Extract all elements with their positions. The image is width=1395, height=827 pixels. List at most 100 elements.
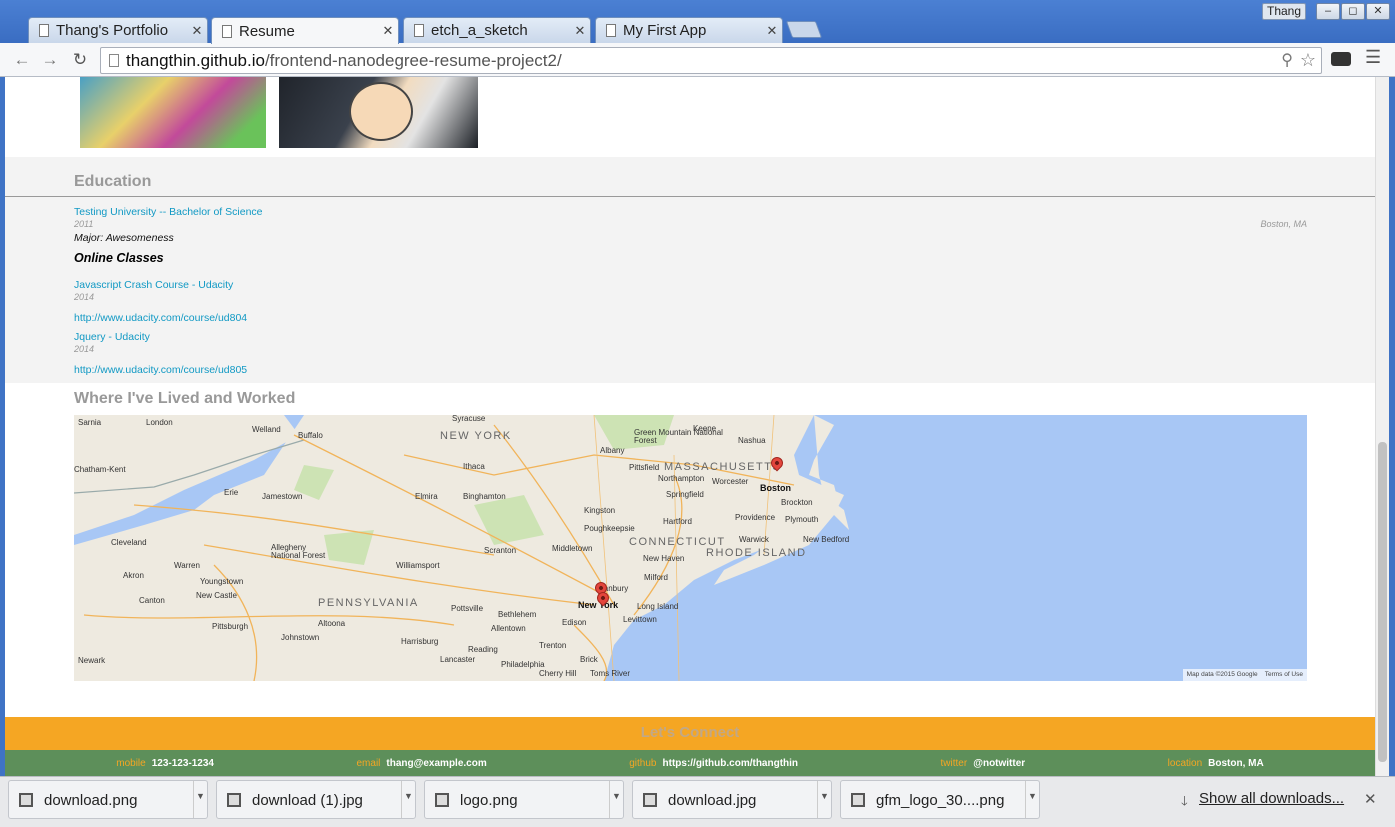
file-icon [643, 793, 657, 807]
file-icon [435, 793, 449, 807]
map-place-label: Providence [735, 513, 776, 522]
tab-thangs-portfolio[interactable]: Thang's Portfolio ✕ [28, 17, 208, 43]
map-place-label: Long Island [637, 602, 679, 611]
tab-resume[interactable]: Resume ✕ [211, 17, 399, 44]
download-item[interactable]: download.png ▼ [8, 780, 208, 819]
contact-label: mobile [116, 757, 146, 769]
map-place-label: Williamsport [396, 561, 440, 570]
minimize-button[interactable]: – [1316, 3, 1340, 20]
map-place-label: New Haven [643, 554, 685, 563]
download-item[interactable]: logo.png ▼ [424, 780, 624, 819]
map-place-label: Buffalo [298, 431, 323, 440]
page-icon [606, 24, 616, 37]
address-bar[interactable]: thangthin.github.io/frontend-nanodegree-… [100, 47, 1322, 74]
tab-title: My First App [623, 22, 707, 39]
section-title: Let's Connect [640, 724, 740, 741]
map-place-label: Warwick [739, 535, 769, 544]
close-icon[interactable]: ✕ [1364, 790, 1377, 808]
extension-icon[interactable] [1331, 52, 1351, 66]
map-place-label: Brockton [781, 498, 813, 507]
tab-strip: Thang's Portfolio ✕ Resume ✕ etch_a_sket… [0, 0, 1395, 44]
contact-twitter: twitter @notwitter [941, 758, 1026, 769]
map-place-label: Milford [644, 573, 669, 582]
online-classes-heading: Online Classes [74, 251, 164, 265]
tab-title: etch_a_sketch [431, 22, 528, 39]
online-class-link[interactable]: Jquery - Udacity [74, 331, 150, 343]
chevron-down-icon[interactable]: ▼ [817, 781, 831, 818]
map-place-label: Allegheny National Forest [271, 543, 326, 560]
bookmark-star-icon[interactable]: ☆ [1300, 48, 1316, 73]
contact-label: github [629, 757, 657, 769]
map-place-label: Binghamton [463, 492, 506, 501]
map-place-label: New Bedford [803, 535, 850, 544]
section-title: Where I've Lived and Worked [74, 390, 296, 407]
close-tab-icon[interactable]: ✕ [187, 23, 207, 39]
online-class-url[interactable]: http://www.udacity.com/course/ud804 [74, 312, 247, 324]
map-state-label: RHODE ISLAND [706, 547, 807, 559]
map-place-label: Altoona [318, 619, 346, 628]
download-item[interactable]: gfm_logo_30....png ▼ [840, 780, 1040, 819]
show-all-downloads-link[interactable]: Show all downloads... [1199, 790, 1344, 807]
close-tab-icon[interactable]: ✕ [378, 23, 398, 39]
tab-my-first-app[interactable]: My First App ✕ [595, 17, 783, 43]
map-place-label: Toms River [590, 669, 631, 678]
map-place-label: Lancaster [440, 655, 476, 664]
file-icon [227, 793, 241, 807]
map-place-label: Canton [139, 596, 165, 605]
scrollbar-thumb[interactable] [1378, 442, 1387, 762]
contact-value: 123-123-1234 [151, 757, 214, 769]
file-icon [19, 793, 33, 807]
terms-of-use-link[interactable]: Terms of Use [1265, 671, 1303, 678]
map-place-label: Sarnia [78, 418, 102, 427]
map-land [74, 415, 849, 681]
map-place-label: Johnstown [281, 633, 320, 642]
chevron-down-icon[interactable]: ▼ [1025, 781, 1039, 818]
download-item[interactable]: download.jpg ▼ [632, 780, 832, 819]
contact-value: Boston, MA [1208, 757, 1264, 769]
map-place-label: Kingston [584, 506, 616, 515]
zoom-icon[interactable]: ⚲ [1281, 48, 1293, 73]
page-icon [414, 24, 424, 37]
vertical-scrollbar[interactable] [1375, 77, 1389, 776]
forward-arrow-icon[interactable]: → [38, 48, 62, 72]
maximize-button[interactable]: ◻ [1341, 3, 1365, 20]
contact-value[interactable]: https://github.com/thangthin [663, 758, 799, 769]
close-window-button[interactable]: ✕ [1366, 3, 1390, 20]
chevron-down-icon[interactable]: ▼ [401, 781, 415, 818]
map-place-label: Philadelphia [501, 660, 545, 669]
map-place-label: Elmira [415, 492, 438, 501]
map-place-label: Youngstown [200, 577, 244, 586]
tab-etch-a-sketch[interactable]: etch_a_sketch ✕ [403, 17, 591, 43]
contact-value[interactable]: thang@example.com [386, 758, 486, 769]
new-tab-button[interactable] [785, 21, 823, 38]
contact-label: email [356, 757, 381, 769]
school-link[interactable]: Testing University -- Bachelor of Scienc… [74, 206, 263, 218]
map-place-label: Newark [78, 656, 106, 665]
contact-value[interactable]: @notwitter [973, 758, 1025, 769]
divider [5, 196, 1375, 197]
chevron-down-icon[interactable]: ▼ [193, 781, 207, 818]
contact-bar: mobile 123-123-1234 email thang@example.co… [5, 750, 1375, 776]
map-place-label: Scranton [484, 546, 517, 555]
download-item[interactable]: download (1).jpg ▼ [216, 780, 416, 819]
profile-button[interactable]: Thang [1262, 3, 1306, 20]
chevron-down-icon[interactable]: ▼ [609, 781, 623, 818]
map-state-label: MASSACHUSETTS [664, 461, 782, 473]
map-place-label: Middletown [552, 544, 593, 553]
map-state-label: PENNSYLVANIA [318, 597, 419, 609]
close-tab-icon[interactable]: ✕ [762, 23, 782, 39]
menu-icon[interactable]: ☰ [1365, 47, 1381, 68]
map-place-label: New Castle [196, 591, 237, 600]
reload-icon[interactable]: ↻ [68, 48, 92, 72]
back-arrow-icon[interactable]: ← [10, 48, 34, 72]
close-tab-icon[interactable]: ✕ [570, 23, 590, 39]
window-frame [1389, 77, 1395, 827]
map-place-label: Plymouth [785, 515, 819, 524]
online-class-link[interactable]: Javascript Crash Course - Udacity [74, 279, 233, 291]
google-map[interactable]: NEW YORK MASSACHUSETTS CONNECTICUT RHODE… [74, 415, 1307, 681]
download-filename: download (1).jpg [252, 792, 363, 809]
contact-label: location [1167, 757, 1203, 769]
lets-connect-section: Let's Connect [5, 717, 1375, 750]
online-class-url[interactable]: http://www.udacity.com/course/ud805 [74, 364, 247, 376]
map-place-label: Cleveland [111, 538, 147, 547]
